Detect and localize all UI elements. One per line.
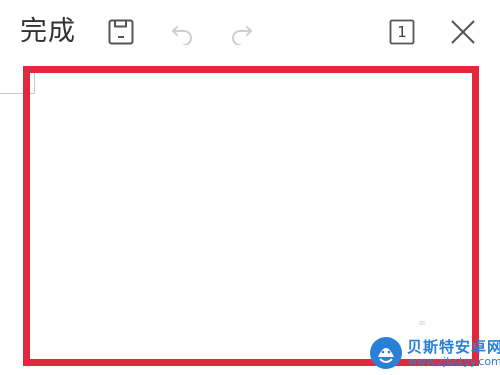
undo-button[interactable]	[166, 14, 198, 50]
watermark-url: www.zjbstyy.com	[408, 355, 500, 368]
app-window: 完成 1 ∞ 贝斯特安卓网 www.zjbstyy.com	[0, 0, 500, 375]
done-button[interactable]: 完成	[20, 14, 76, 50]
android-logo-icon	[370, 337, 402, 369]
site-watermark: 贝斯特安卓网 www.zjbstyy.com	[368, 333, 500, 373]
undo-icon	[172, 26, 192, 45]
editor-toolbar: 完成 1	[0, 0, 500, 64]
page-number: 1	[397, 23, 407, 41]
save-icon	[108, 19, 134, 45]
page-count-button[interactable]: 1	[386, 14, 418, 50]
redo-button[interactable]	[226, 14, 258, 50]
close-icon	[451, 20, 475, 44]
redo-icon	[232, 26, 252, 45]
faint-canvas-mark: ∞	[418, 318, 427, 329]
highlight-rectangle	[23, 66, 479, 366]
save-button[interactable]	[105, 14, 137, 50]
close-button[interactable]	[447, 14, 479, 50]
watermark-title: 贝斯特安卓网	[407, 338, 500, 356]
